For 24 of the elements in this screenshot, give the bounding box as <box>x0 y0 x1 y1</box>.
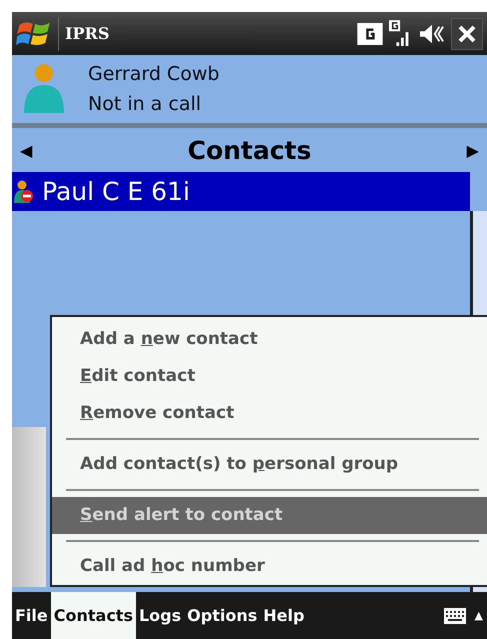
menu-tab[interactable]: Help <box>260 592 308 639</box>
call-status: Not in a call <box>88 92 202 117</box>
menu-item[interactable]: Call ad hoc number <box>52 548 487 585</box>
person-icon <box>22 63 66 115</box>
menu-item[interactable]: Remove contact <box>52 395 487 432</box>
menu-tab[interactable]: Contacts <box>50 592 136 639</box>
gprs-icon <box>357 22 383 44</box>
window-title: IPRS <box>65 24 110 43</box>
contact-name: Paul C E 61i <box>42 177 190 206</box>
menu-item[interactable]: Add contact(s) to personal group <box>52 446 487 483</box>
menu-tab[interactable]: Options <box>184 592 260 639</box>
next-arrow[interactable]: ▶ <box>466 140 479 160</box>
menu-tab[interactable]: File <box>12 592 51 639</box>
contact-busy-icon <box>14 180 34 204</box>
close-icon[interactable] <box>451 18 483 50</box>
menu-up-arrow[interactable]: ▲ <box>474 609 483 622</box>
list-title: Contacts <box>188 136 312 164</box>
menu-item[interactable]: Add a new contact <box>52 321 487 358</box>
previous-arrow[interactable]: ◀ <box>20 140 32 160</box>
user-name: Gerrard Cowb <box>88 62 220 87</box>
menu-item[interactable]: Edit contact <box>52 358 487 395</box>
keyboard-icon[interactable] <box>442 606 467 624</box>
contact-row[interactable]: Paul C E 61i <box>12 172 470 211</box>
menu-tab[interactable]: Logs <box>136 592 184 639</box>
